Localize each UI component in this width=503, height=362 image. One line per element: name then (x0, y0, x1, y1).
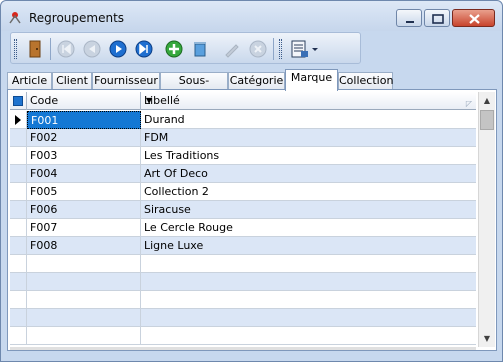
row-selector[interactable] (10, 309, 27, 327)
close-button[interactable] (452, 9, 495, 27)
cell-code[interactable]: F003 (27, 147, 141, 165)
cell-libelle[interactable] (141, 309, 476, 327)
next-record-icon[interactable] (107, 38, 129, 60)
tab-client[interactable]: Client (52, 72, 92, 90)
tab-categorie[interactable]: Catégorie (228, 72, 285, 90)
row-selector[interactable] (10, 291, 27, 309)
exit-door-icon[interactable] (24, 38, 46, 60)
row-selector[interactable] (10, 255, 27, 273)
select-all-icon (13, 96, 23, 106)
row-selector[interactable] (10, 111, 27, 129)
cell-code[interactable]: F006 (27, 201, 141, 219)
scroll-down-icon[interactable]: ▼ (479, 330, 495, 347)
cell-libelle[interactable]: Durand (141, 111, 476, 129)
toolbar-grip[interactable] (14, 39, 17, 59)
row-selector[interactable] (10, 237, 27, 255)
app-icon (9, 12, 21, 24)
marque-grid: Code ▼ Libellé ◸ F001 Durand F002 FDM F003 Le… (10, 92, 476, 347)
toolbar-grip[interactable] (279, 39, 282, 59)
table-row[interactable] (10, 255, 476, 273)
add-record-icon[interactable] (163, 38, 185, 60)
cell-libelle[interactable]: Ligne Luxe (141, 237, 476, 255)
cell-code[interactable]: F008 (27, 237, 141, 255)
cell-libelle[interactable] (141, 255, 476, 273)
cell-code[interactable] (27, 291, 141, 309)
table-row[interactable] (10, 327, 476, 345)
cell-libelle[interactable] (141, 273, 476, 291)
cell-libelle[interactable]: Art Of Deco (141, 165, 476, 183)
table-row[interactable]: F006 Siracuse (10, 201, 476, 219)
minimize-icon (406, 21, 414, 23)
maximize-icon (432, 14, 444, 24)
cell-code[interactable]: F007 (27, 219, 141, 237)
row-selector[interactable] (10, 327, 27, 345)
row-selector[interactable] (10, 273, 27, 291)
minimize-button[interactable] (396, 9, 422, 27)
row-selector[interactable] (10, 129, 27, 147)
tab-fournisseur[interactable]: Fournisseur (92, 72, 160, 90)
cell-code[interactable]: F002 (27, 129, 141, 147)
grid-header: Code ▼ Libellé ◸ (10, 92, 476, 110)
cell-code[interactable] (27, 309, 141, 327)
header-code[interactable]: Code ▼ (27, 92, 152, 110)
row-selector[interactable] (10, 219, 27, 237)
scroll-thumb[interactable] (480, 110, 494, 130)
cell-code[interactable] (27, 255, 141, 273)
regroupements-window: Regroupements Article Client Fournisseur… (0, 0, 503, 362)
cell-libelle[interactable] (141, 327, 476, 345)
cell-libelle[interactable]: Le Cercle Rouge (141, 219, 476, 237)
toolbar-separator (273, 38, 274, 60)
cell-libelle[interactable]: Les Traditions (141, 147, 476, 165)
table-row[interactable] (10, 291, 476, 309)
chevron-down-icon (312, 48, 318, 51)
tab-collection[interactable]: Collection (338, 72, 393, 90)
current-row-icon (15, 115, 21, 125)
row-selector[interactable] (10, 183, 27, 201)
toolbar-separator (50, 38, 51, 60)
tab-strip: Article Client Fournisseur Sous-famille … (7, 69, 497, 103)
tab-sous-famille[interactable]: Sous-famille (160, 72, 228, 103)
close-icon (469, 14, 480, 24)
row-selector[interactable] (10, 201, 27, 219)
horizontal-scrollbar[interactable] (10, 347, 476, 350)
table-row[interactable] (10, 273, 476, 291)
row-selector[interactable] (10, 147, 27, 165)
table-row[interactable]: F007 Le Cercle Rouge (10, 219, 476, 237)
marque-panel: Code ▼ Libellé ◸ F001 Durand F002 FDM F003 Le… (7, 89, 497, 351)
cell-code[interactable]: F001 (27, 111, 141, 129)
cell-libelle[interactable] (141, 291, 476, 309)
tab-marque[interactable]: Marque (285, 69, 338, 91)
toolbar (10, 32, 361, 64)
cell-libelle[interactable]: Collection 2 (141, 183, 476, 201)
table-row[interactable] (10, 309, 476, 327)
table-row[interactable]: F003 Les Traditions (10, 147, 476, 165)
print-menu-icon[interactable] (289, 38, 329, 60)
cell-libelle[interactable]: Siracuse (141, 201, 476, 219)
cell-code[interactable] (27, 273, 141, 291)
table-row[interactable]: F002 FDM (10, 129, 476, 147)
table-row[interactable]: F001 Durand (10, 111, 476, 129)
vertical-scrollbar[interactable]: ▲ ▼ (478, 92, 495, 347)
scroll-up-icon[interactable]: ▲ (479, 92, 495, 109)
window-title: Regroupements (29, 11, 125, 25)
row-selector[interactable] (10, 165, 27, 183)
cancel-record-icon[interactable] (247, 38, 269, 60)
cell-libelle[interactable]: FDM (141, 129, 476, 147)
table-row[interactable]: F008 Ligne Luxe (10, 237, 476, 255)
first-record-icon[interactable] (55, 38, 77, 60)
table-row[interactable]: F005 Collection 2 (10, 183, 476, 201)
last-record-icon[interactable] (133, 38, 155, 60)
tab-article[interactable]: Article (7, 72, 52, 90)
delete-record-icon[interactable] (189, 38, 211, 60)
title-bar[interactable]: Regroupements (1, 1, 502, 31)
select-all-cell[interactable] (10, 92, 27, 110)
cell-code[interactable] (27, 327, 141, 345)
previous-record-icon[interactable] (81, 38, 103, 60)
cell-code[interactable]: F005 (27, 183, 141, 201)
cell-code[interactable]: F004 (27, 165, 141, 183)
edit-record-icon[interactable] (221, 38, 243, 60)
header-libelle[interactable]: Libellé ◸ (141, 92, 476, 110)
table-row[interactable]: F004 Art Of Deco (10, 165, 476, 183)
maximize-button[interactable] (424, 9, 450, 27)
